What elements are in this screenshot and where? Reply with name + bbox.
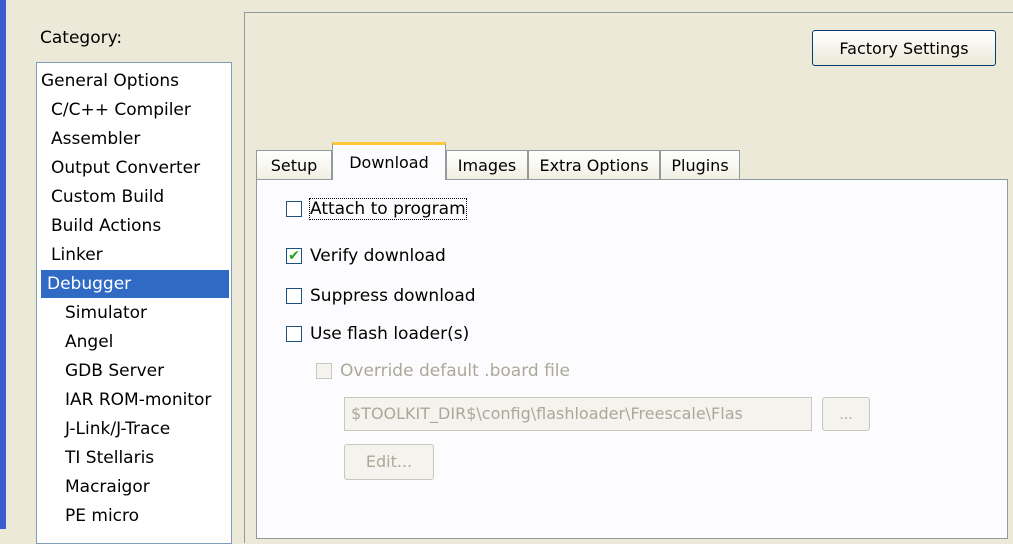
category-item-c-compiler[interactable]: C/C++ Compiler — [37, 96, 231, 124]
category-item-label: General Options — [41, 71, 179, 91]
category-item-custom-build[interactable]: Custom Build — [37, 183, 231, 211]
attach-to-program-label: Attach to program — [309, 198, 467, 220]
category-item-angel[interactable]: Angel — [37, 328, 231, 356]
category-item-label: PE micro — [65, 506, 140, 526]
checkmark-icon: ✔ — [288, 248, 300, 264]
category-item-jlink-jtrace[interactable]: J-Link/J-Trace — [37, 415, 231, 443]
category-item-label: Simulator — [65, 303, 148, 323]
category-item-iar-rom-monitor[interactable]: IAR ROM-monitor — [37, 386, 231, 414]
category-item-linker[interactable]: Linker — [37, 241, 231, 269]
category-item-general-options[interactable]: General Options — [37, 67, 231, 95]
category-label: Category: — [40, 28, 123, 48]
category-item-label: GDB Server — [65, 361, 165, 381]
category-item-label: Output Converter — [51, 158, 201, 178]
category-item-label: Angel — [65, 332, 114, 352]
category-item-label: Linker — [51, 245, 103, 265]
suppress-download-label: Suppress download — [310, 286, 476, 306]
edit-button[interactable]: Edit... — [344, 444, 434, 480]
category-item-label: Custom Build — [51, 187, 165, 207]
category-item-ti-stellaris[interactable]: TI Stellaris — [37, 444, 231, 472]
category-item-assembler[interactable]: Assembler — [37, 125, 231, 153]
checkbox-box[interactable]: ✔ — [286, 248, 302, 264]
category-item-build-actions[interactable]: Build Actions — [37, 212, 231, 240]
category-item-debugger[interactable]: Debugger — [41, 270, 229, 298]
verify-download-checkbox[interactable]: ✔ Verify download — [286, 243, 446, 269]
checkbox-box[interactable] — [286, 288, 302, 304]
category-item-macraigor[interactable]: Macraigor — [37, 473, 231, 501]
category-list[interactable]: General Options C/C++ Compiler Assembler… — [36, 62, 232, 544]
category-item-gdb-server[interactable]: GDB Server — [37, 357, 231, 385]
category-item-label: C/C++ Compiler — [51, 100, 191, 120]
category-item-label: J-Link/J-Trace — [65, 419, 171, 439]
checkbox-box[interactable] — [316, 363, 332, 379]
category-item-simulator[interactable]: Simulator — [37, 299, 231, 327]
tab-setup[interactable]: Setup — [256, 150, 332, 180]
category-item-output-converter[interactable]: Output Converter — [37, 154, 231, 182]
category-item-label: Build Actions — [51, 216, 162, 236]
category-item-label: Assembler — [51, 129, 141, 149]
checkbox-box[interactable] — [286, 201, 302, 217]
tab-images[interactable]: Images — [446, 150, 528, 180]
category-item-pe-micro[interactable]: PE micro — [37, 502, 231, 530]
category-item-label: Debugger — [47, 274, 132, 294]
override-board-file-label: Override default .board file — [340, 361, 570, 381]
use-flash-loader-label: Use flash loader(s) — [310, 324, 470, 344]
factory-settings-button[interactable]: Factory Settings — [812, 30, 996, 66]
tab-download[interactable]: Download — [332, 142, 446, 180]
suppress-download-checkbox[interactable]: Suppress download — [286, 283, 476, 309]
category-item-label: IAR ROM-monitor — [65, 390, 212, 410]
tab-plugins[interactable]: Plugins — [660, 150, 740, 180]
category-item-label: Macraigor — [65, 477, 150, 497]
override-board-file-checkbox[interactable]: Override default .board file — [316, 358, 570, 384]
board-file-path-field[interactable]: $TOOLKIT_DIR$\config\flashloader\Freesca… — [344, 397, 812, 431]
use-flash-loader-checkbox[interactable]: Use flash loader(s) — [286, 321, 469, 347]
tab-extra-options[interactable]: Extra Options — [528, 150, 660, 180]
category-item-label: TI Stellaris — [65, 448, 155, 468]
attach-to-program-checkbox[interactable]: Attach to program — [286, 196, 467, 222]
verify-download-label: Verify download — [310, 246, 446, 266]
checkbox-box[interactable] — [286, 326, 302, 342]
window-left-edge — [0, 0, 6, 529]
browse-button[interactable]: ... — [822, 397, 870, 431]
